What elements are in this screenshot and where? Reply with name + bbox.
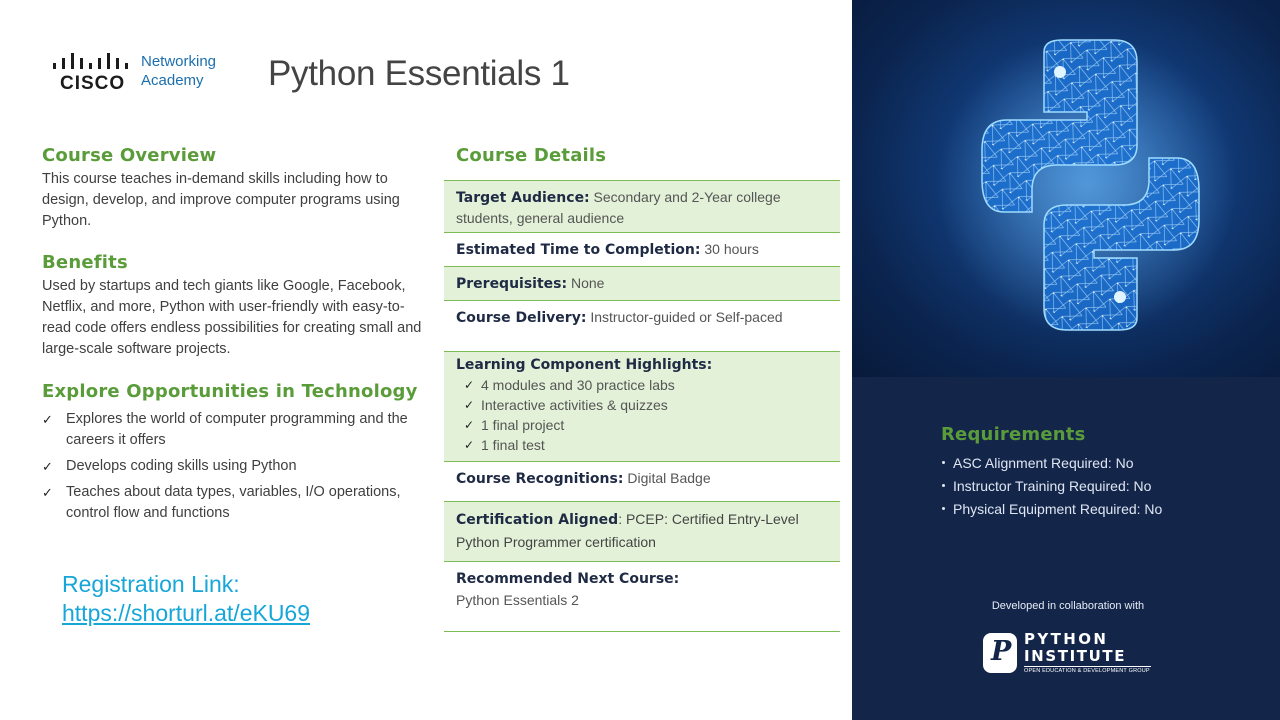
registration-block: Registration Link: https://shorturl.at/e… bbox=[62, 570, 310, 628]
time-value: 30 hours bbox=[704, 241, 759, 257]
python-institute-logo: P PYTHON INSTITUTE OPEN EDUCATION & DEVE… bbox=[983, 630, 1158, 678]
cisco-bars-icon bbox=[53, 53, 128, 69]
check-icon: ✓ bbox=[464, 398, 475, 412]
detail-row-recognitions: Course Recognitions: Digital Badge bbox=[444, 462, 840, 502]
list-item: Instructor Training Required: No bbox=[940, 475, 1162, 498]
registration-label: Registration Link: bbox=[62, 571, 240, 597]
detail-row-highlights: Learning Component Highlights: ✓ 4 module… bbox=[444, 352, 840, 462]
delivery-value: Instructor-guided or Self-paced bbox=[590, 309, 783, 325]
collaboration-text: Developed in collaboration with bbox=[991, 600, 1145, 612]
benefits-heading: Benefits bbox=[42, 252, 128, 273]
detail-row-target-audience: Target Audience: Secondary and 2-Year co… bbox=[444, 181, 840, 233]
delivery-label: Course Delivery: bbox=[456, 310, 587, 326]
course-overview-text: This course teaches in-demand skills inc… bbox=[42, 171, 400, 229]
check-icon: ✓ bbox=[464, 418, 475, 432]
cisco-wordmark: CISCO bbox=[60, 73, 126, 94]
target-audience-label: Target Audience: bbox=[456, 190, 590, 206]
prerequisites-label: Prerequisites: bbox=[456, 276, 568, 292]
check-icon: ✓ bbox=[464, 378, 475, 392]
check-icon: ✓ bbox=[42, 459, 53, 474]
course-overview-heading: Course Overview bbox=[42, 145, 217, 166]
logo-tagline: OPEN EDUCATION & DEVELOPMENT GROUP bbox=[1024, 668, 1150, 674]
requirements-list: ASC Alignment Required: No Instructor Tr… bbox=[940, 452, 1162, 521]
logo-line-2: Academy bbox=[141, 72, 204, 89]
page-title: Python Essentials 1 bbox=[268, 54, 570, 93]
explore-list: ✓ Explores the world of computer programm… bbox=[42, 409, 417, 529]
detail-row-prerequisites: Prerequisites: None bbox=[444, 267, 840, 301]
check-icon: ✓ bbox=[42, 485, 53, 500]
recognitions-value: Digital Badge bbox=[627, 470, 711, 486]
list-item: ✓ Explores the world of computer programm… bbox=[42, 411, 408, 448]
list-item: ✓ 1 final project bbox=[464, 417, 565, 433]
detail-row-next-course: Recommended Next Course: Python Essentia… bbox=[444, 562, 840, 632]
certification-label: Certification Aligned bbox=[456, 512, 619, 528]
recognitions-label: Course Recognitions: bbox=[456, 471, 624, 487]
python-logo-icon bbox=[937, 35, 1237, 335]
list-item: ✓ 4 modules and 30 practice labs bbox=[464, 377, 675, 393]
list-item: Physical Equipment Required: No bbox=[940, 498, 1162, 521]
highlights-label: Learning Component Highlights: bbox=[456, 357, 713, 373]
explore-heading: Explore Opportunities in Technology bbox=[42, 381, 418, 402]
detail-row-delivery: Course Delivery: Instructor-guided or Se… bbox=[444, 301, 840, 352]
bullet-icon bbox=[942, 484, 945, 488]
detail-row-time: Estimated Time to Completion: 30 hours bbox=[444, 233, 840, 267]
prerequisites-value: None bbox=[571, 275, 605, 291]
registration-link[interactable]: https://shorturl.at/eKU69 bbox=[62, 600, 310, 626]
list-item: ✓ Teaches about data types, variables, I/… bbox=[42, 484, 401, 521]
check-icon: ✓ bbox=[464, 438, 475, 452]
benefits-text: Used by startups and tech giants like Go… bbox=[42, 278, 422, 357]
next-course-value: Python Essentials 2 bbox=[456, 592, 579, 608]
list-item: ASC Alignment Required: No bbox=[940, 452, 1162, 475]
logo-word-institute: INSTITUTE bbox=[1024, 647, 1127, 665]
requirements-heading: Requirements bbox=[941, 424, 1086, 445]
logo-divider bbox=[1024, 666, 1151, 667]
next-course-label: Recommended Next Course: bbox=[456, 571, 680, 587]
logo-word-python: PYTHON bbox=[1024, 630, 1109, 648]
time-label: Estimated Time to Completion: bbox=[456, 242, 701, 258]
list-item: ✓ Develops coding skills using Python bbox=[42, 456, 417, 477]
python-institute-badge-icon: P bbox=[983, 633, 1017, 673]
course-details-heading: Course Details bbox=[456, 145, 607, 166]
bullet-icon bbox=[942, 461, 945, 465]
highlights-list: ✓ 4 modules and 30 practice labs ✓ Interac… bbox=[456, 375, 828, 455]
list-item: ✓ Interactive activities & quizzes bbox=[464, 397, 668, 413]
logo-line-1: Networking bbox=[141, 53, 217, 70]
check-icon: ✓ bbox=[42, 412, 53, 427]
course-details-table: Target Audience: Secondary and 2-Year co… bbox=[444, 180, 840, 632]
networking-academy-text: Networking Academy bbox=[141, 52, 216, 90]
bullet-icon bbox=[942, 507, 945, 511]
detail-row-certification: Certification Aligned: PCEP: Certified E… bbox=[444, 502, 840, 562]
list-item: ✓ 1 final test bbox=[464, 437, 545, 453]
python-logo-hero-image bbox=[852, 0, 1280, 377]
cisco-networking-academy-logo: CISCO Networking Academy bbox=[52, 50, 232, 100]
